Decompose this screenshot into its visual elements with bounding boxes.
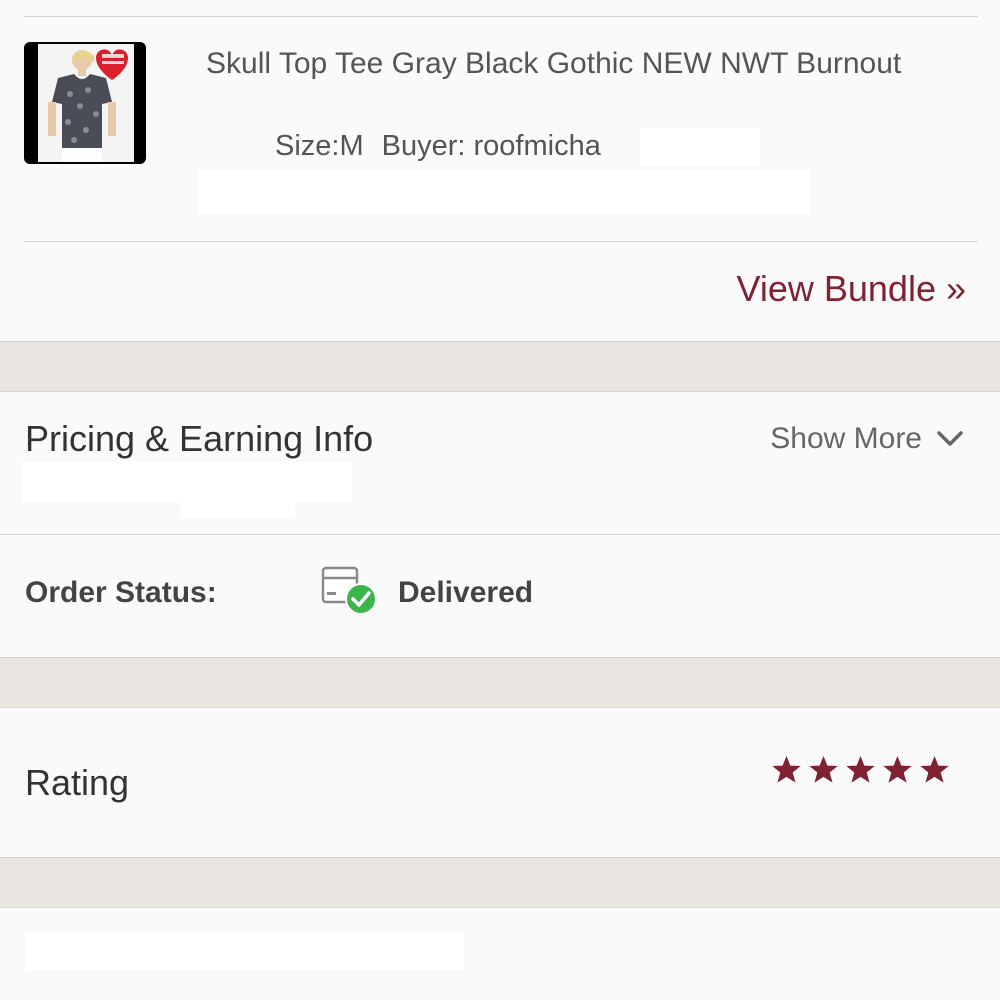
redacted-area <box>180 496 295 518</box>
pricing-divider <box>0 534 1000 535</box>
item-thumbnail[interactable] <box>24 42 146 164</box>
show-more-button[interactable]: Show More <box>770 422 964 456</box>
star-icon <box>846 755 875 783</box>
redacted-area <box>640 128 760 166</box>
shirt-photo-graphic <box>38 44 134 162</box>
redacted-area <box>198 170 810 214</box>
section-separator <box>0 857 1000 908</box>
rating-stars <box>771 754 950 785</box>
star-icon <box>883 755 912 783</box>
rating-title: Rating <box>25 762 130 803</box>
shirt-photo-icon <box>38 44 134 162</box>
item-meta: Size:M Buyer: roofmicha <box>275 130 601 163</box>
star-icon <box>809 755 838 783</box>
pricing-title: Pricing & Earning Info <box>25 418 374 459</box>
star-icon <box>772 755 801 783</box>
star-icon <box>920 755 949 783</box>
order-status-value: Delivered <box>398 576 534 609</box>
chevron-down-icon <box>937 431 963 446</box>
order-status-label: Order Status: <box>25 576 217 609</box>
package-delivered-icon <box>321 566 377 615</box>
redacted-area <box>26 932 464 970</box>
item-title[interactable]: Skull Top Tee Gray Black Gothic NEW NWT … <box>206 42 926 86</box>
section-separator <box>0 657 1000 708</box>
top-divider <box>24 16 978 17</box>
show-more-label: Show More <box>770 422 922 455</box>
item-divider <box>24 241 978 242</box>
view-bundle-link[interactable]: View Bundle » <box>737 268 967 310</box>
item-size: Size:M <box>275 130 364 162</box>
section-separator <box>0 341 1000 392</box>
item-buyer: Buyer: roofmicha <box>381 130 601 162</box>
